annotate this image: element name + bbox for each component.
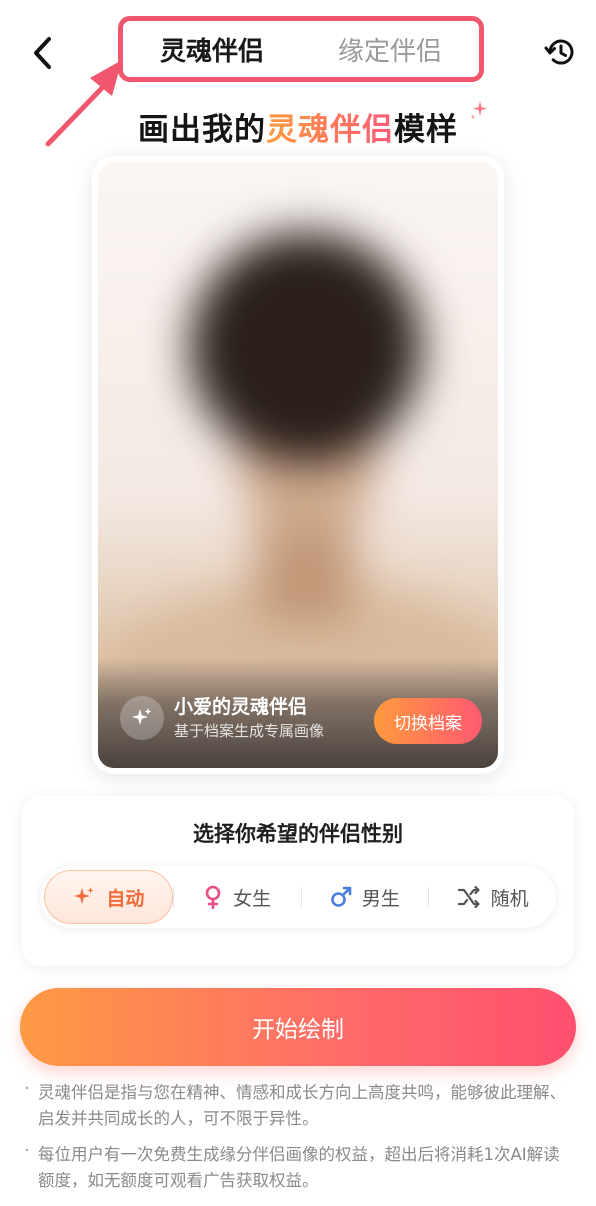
sparkle-icon <box>72 885 96 909</box>
history-button[interactable] <box>542 34 578 70</box>
portrait-hair <box>190 232 422 462</box>
gender-panel: 选择你希望的伴侣性别 自动 女生 男生 随机 <box>22 796 574 966</box>
switch-profile-button[interactable]: 切换档案 <box>374 698 482 744</box>
note-item: 每位用户有一次免费生成缘分伴侣画像的权益，超出后将消耗1次AI解读额度，如无额度… <box>22 1138 574 1194</box>
shuffle-icon <box>457 886 481 908</box>
card-info-text: 小爱的灵魂伴侣 基于档案生成专属画像 <box>174 694 324 742</box>
gender-option-random[interactable]: 随机 <box>429 870 556 924</box>
gender-option-auto[interactable]: 自动 <box>44 870 173 924</box>
gender-option-label: 随机 <box>490 887 529 910</box>
headline-suffix: 模样 <box>394 112 458 148</box>
note-item: 灵魂伴侣是指与您在精神、情感和成长方向上高度共鸣，能够彼此理解、启发并共同成长的… <box>22 1076 574 1132</box>
headline-sparkle-icon <box>471 101 487 119</box>
card-subtitle: 基于档案生成专属画像 <box>174 722 325 740</box>
sparkle-icon <box>132 708 152 725</box>
history-icon <box>544 39 574 65</box>
male-icon <box>330 886 352 908</box>
notes: 灵魂伴侣是指与您在精神、情感和成长方向上高度共鸣，能够彼此理解、启发并共同成长的… <box>22 1076 574 1204</box>
start-drawing-button[interactable]: 开始绘制 <box>20 988 576 1066</box>
gender-selector: 自动 女生 男生 随机 <box>40 866 556 928</box>
gender-title: 选择你希望的伴侣性别 <box>193 822 403 846</box>
gender-option-label: 男生 <box>361 887 400 910</box>
card-info: 小爱的灵魂伴侣 基于档案生成专属画像 <box>120 694 324 742</box>
page-headline: 画出我的灵魂伴侣模样 <box>0 104 596 149</box>
tab-destined-partner[interactable]: 缘定伴侣 <box>301 31 479 68</box>
gender-option-label: 女生 <box>233 887 272 910</box>
portrait-image: 小爱的灵魂伴侣 基于档案生成专属画像 切换档案 <box>98 162 498 768</box>
gender-option-label: 自动 <box>106 887 145 910</box>
gender-option-male[interactable]: 男生 <box>302 870 429 924</box>
card-sparkle-badge <box>120 696 164 740</box>
female-icon <box>203 885 223 909</box>
card-title: 小爱的灵魂伴侣 <box>174 696 308 718</box>
headline-prefix: 画出我的 <box>138 112 266 148</box>
headline-highlight: 灵魂伴侣 <box>266 112 394 148</box>
portrait-card: 小爱的灵魂伴侣 基于档案生成专属画像 切换档案 <box>92 156 504 774</box>
gender-option-female[interactable]: 女生 <box>174 870 301 924</box>
tab-switcher: 灵魂伴侣 缘定伴侣 <box>118 16 484 82</box>
